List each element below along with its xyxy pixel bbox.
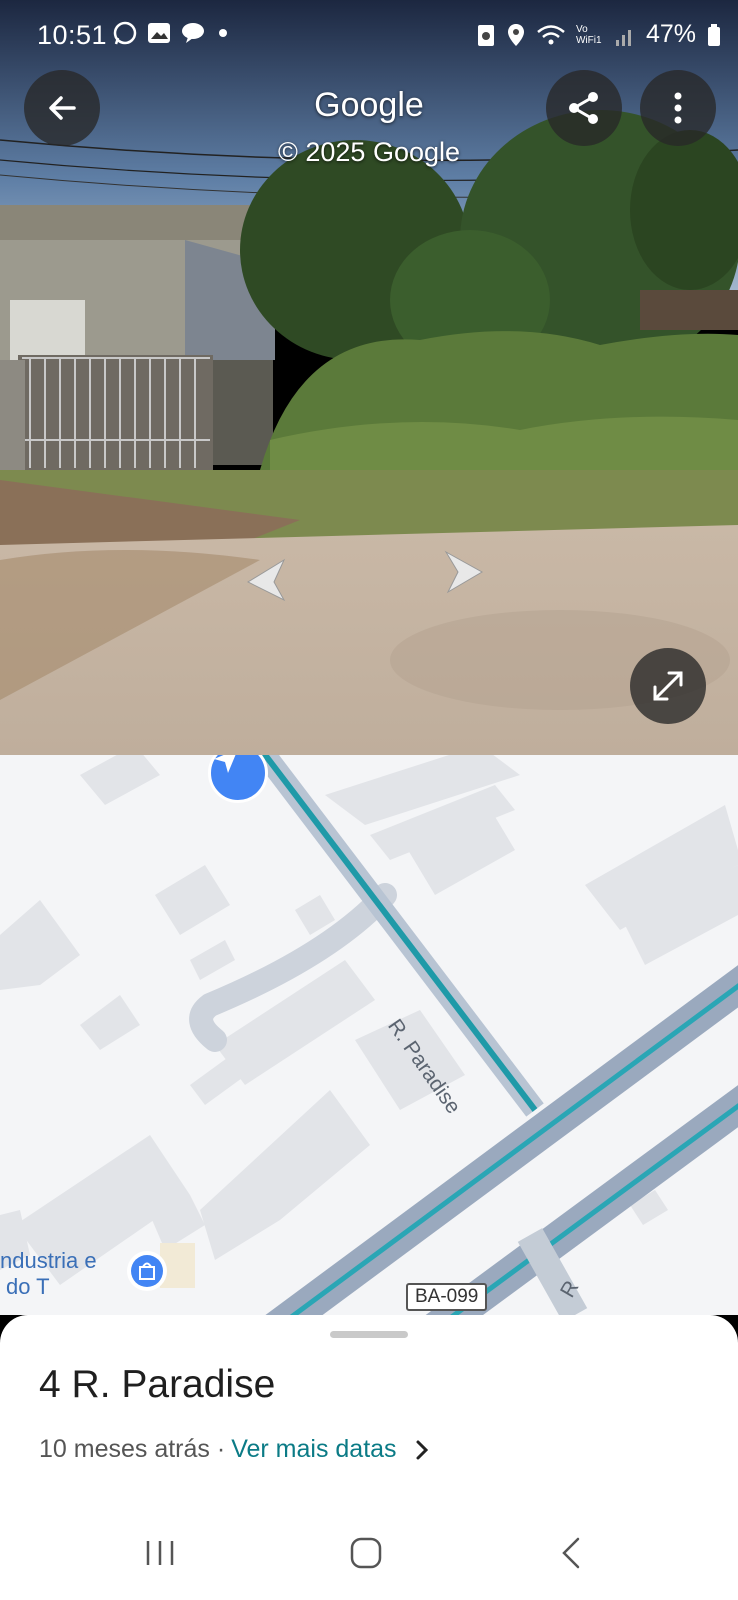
navigation-arrow-icon: [214, 755, 236, 773]
recycle-icon: [477, 24, 494, 46]
drag-handle[interactable]: [330, 1331, 408, 1338]
pano-arrow-left-icon[interactable]: [244, 558, 290, 602]
expand-icon: [653, 671, 683, 701]
expand-button[interactable]: [630, 648, 706, 724]
chat-icon: [182, 23, 204, 43]
gallery-icon: [148, 23, 170, 43]
home-icon[interactable]: [346, 1533, 386, 1573]
wifi-icon: [537, 24, 565, 44]
place-title: 4 R. Paradise: [39, 1363, 276, 1406]
whatsapp-icon: [113, 21, 137, 45]
copyright-text: © 2025 Google: [277, 137, 461, 167]
mini-map[interactable]: R. Paradise ndustria e do T BA-099 R: [0, 755, 738, 1315]
pano-arrow-right-icon[interactable]: [440, 550, 486, 594]
signal-icon: [615, 29, 631, 46]
recents-icon[interactable]: [140, 1533, 180, 1573]
back-nav-icon[interactable]: [552, 1533, 592, 1573]
vowifi-label: Vo WiFi1: [575, 23, 602, 46]
battery-icon: [708, 23, 720, 46]
share-icon: [569, 92, 598, 124]
street-view-panorama[interactable]: 10:51 Vo WiFi1 47% Google © 2025 Google: [0, 0, 738, 755]
clock: 10:51: [37, 20, 108, 50]
system-nav-bar: [0, 1515, 738, 1600]
chevron-right-icon[interactable]: [415, 1439, 429, 1461]
route-badge: BA-099: [406, 1283, 488, 1311]
location-icon: [507, 23, 524, 46]
share-button[interactable]: [546, 70, 622, 146]
date-row: 10 meses atrás · Ver mais datas: [39, 1435, 429, 1464]
more-vert-icon: [674, 92, 682, 124]
capture-date: 10 meses atrás ·: [39, 1435, 226, 1463]
status-bar: 10:51 Vo WiFi1 47%: [0, 0, 738, 70]
google-title: Google: [314, 86, 424, 124]
more-dates-link[interactable]: Ver mais datas: [231, 1435, 396, 1464]
poi-label[interactable]: ndustria e do T: [0, 1248, 97, 1300]
more-options-button[interactable]: [640, 70, 716, 146]
battery-percent: 47%: [645, 20, 696, 48]
bottom-sheet[interactable]: 4 R. Paradise 10 meses atrás · Ver mais …: [0, 1315, 738, 1600]
dot-icon: [219, 29, 227, 37]
